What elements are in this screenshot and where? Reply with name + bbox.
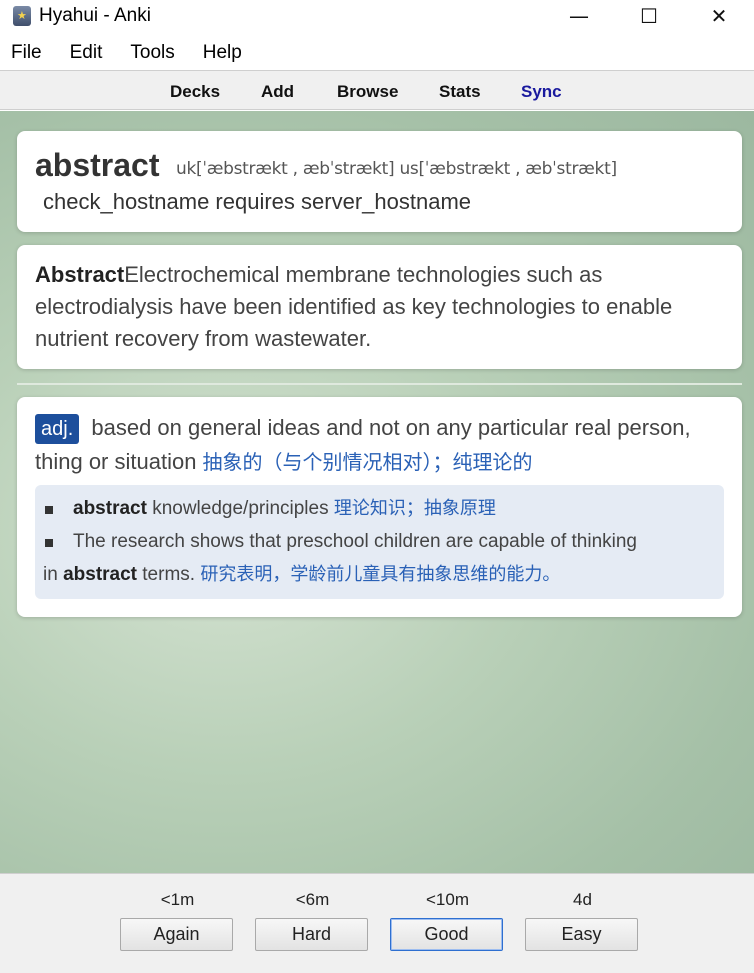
interval-hard: <6m xyxy=(295,890,330,909)
again-button[interactable]: Again xyxy=(120,918,233,951)
window-title: Hyahui - Anki xyxy=(39,5,151,26)
card-word: abstract xyxy=(35,147,160,183)
word-header-card: abstract uk[ˈæbstrækt , æbˈstrækt] us[ˈæ… xyxy=(17,131,742,232)
interval-easy: 4d xyxy=(573,890,592,909)
card-phonetic: uk[ˈæbstrækt , æbˈstrækt] us[ˈæbstrækt ,… xyxy=(176,159,617,179)
example-text: knowledge/principles xyxy=(146,498,334,519)
toolbar-add-link[interactable]: Add xyxy=(261,82,294,102)
definition-card: adj. based on general ideas and not on a… xyxy=(17,397,742,617)
example-sentence: AbstractElectrochemical membrane technol… xyxy=(35,259,724,355)
card-error-text: check_hostname requires server_hostname xyxy=(43,189,472,214)
divider xyxy=(17,383,742,385)
title-bar: Hyahui - Anki — ☐ ✕ xyxy=(0,0,754,32)
menu-tools[interactable]: Tools xyxy=(130,42,174,64)
window-controls: — ☐ ✕ xyxy=(544,0,754,32)
sentence-text: Electrochemical membrane technologies su… xyxy=(35,262,673,351)
menu-file[interactable]: File xyxy=(11,42,42,64)
example-chinese: 理论知识；抽象原理 xyxy=(333,498,496,519)
example-chinese: 研究表明，学龄前儿童具有抽象思维的能力。 xyxy=(200,564,561,585)
toolbar-browse-link[interactable]: Browse xyxy=(337,82,398,102)
interval-again: <1m xyxy=(160,890,195,909)
example-text: in xyxy=(43,564,64,585)
example-text: The research shows that preschool childr… xyxy=(73,531,637,552)
sentence-highlight: Abstract xyxy=(35,262,125,287)
main-toolbar: Decks Add Browse Stats Sync xyxy=(0,70,754,110)
answer-bar: <1m <6m <10m 4d Again Hard Good Easy xyxy=(0,873,754,973)
hard-button[interactable]: Hard xyxy=(255,918,368,951)
example-keyword: abstract xyxy=(73,498,147,519)
definition-chinese: 抽象的（与个别情况相对）；纯理论的 xyxy=(202,450,533,474)
example-sentence-card: AbstractElectrochemical membrane technol… xyxy=(17,245,742,369)
menu-help[interactable]: Help xyxy=(203,42,242,64)
toolbar-stats-link[interactable]: Stats xyxy=(439,82,481,102)
example-text: terms. xyxy=(137,564,201,585)
definition: adj. based on general ideas and not on a… xyxy=(35,411,724,479)
menu-bar: File Edit Tools Help xyxy=(0,38,754,68)
menu-edit[interactable]: Edit xyxy=(70,42,103,64)
minimize-button[interactable]: — xyxy=(544,0,614,32)
close-button[interactable]: ✕ xyxy=(684,0,754,32)
maximize-button[interactable]: ☐ xyxy=(614,0,684,32)
easy-button[interactable]: Easy xyxy=(525,918,638,951)
toolbar-decks-link[interactable]: Decks xyxy=(170,82,220,102)
example-item: The research shows that preschool childr… xyxy=(43,525,716,558)
toolbar-sync-link[interactable]: Sync xyxy=(521,82,562,102)
example-keyword: abstract xyxy=(63,564,137,585)
anki-app-icon xyxy=(13,6,31,26)
interval-good: <10m xyxy=(426,890,469,909)
part-of-speech-badge: adj. xyxy=(35,414,80,444)
review-card-area: abstract uk[ˈæbstrækt , æbˈstrækt] us[ˈæ… xyxy=(0,111,754,873)
example-item-continued: in abstract terms. 研究表明，学龄前儿童具有抽象思维的能力。 xyxy=(43,558,716,591)
examples-box: abstract knowledge/principles 理论知识；抽象原理 … xyxy=(35,485,724,599)
good-button[interactable]: Good xyxy=(390,918,503,951)
example-item: abstract knowledge/principles 理论知识；抽象原理 xyxy=(43,492,716,525)
